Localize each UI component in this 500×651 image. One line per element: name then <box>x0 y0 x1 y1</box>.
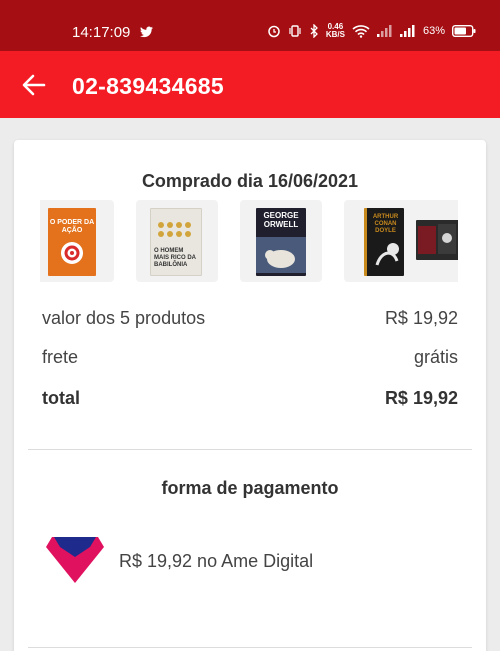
book-cover: ARTHUR CONAN DOYLE <box>364 208 404 276</box>
ame-digital-logo <box>46 537 104 583</box>
order-number-title: 02-839434685 <box>72 73 224 99</box>
payment-heading: forma de pagamento <box>161 478 339 498</box>
alarm-icon <box>268 25 280 38</box>
product-thumbnails[interactable]: O PODER DA AÇÃO O HOMEM MAIS RICO DA BAB… <box>40 200 458 282</box>
signal-icon <box>376 25 392 37</box>
network-speed: 0.46 KB/S <box>326 23 345 39</box>
book-cover-title: O HOMEM MAIS RICO DA BABILÔNIA <box>154 248 196 268</box>
shipping-value: grátis <box>413 347 458 367</box>
products-label: valor dos 5 produtos <box>42 308 206 328</box>
arrow-left-icon[interactable] <box>20 71 48 99</box>
status-bar: 14:17:09 0.46 KB/S 63% <box>0 0 500 51</box>
status-time: 14:17:09 <box>72 24 131 41</box>
shipping-row: frete grátis <box>42 347 458 368</box>
battery-percent: 63% <box>422 25 445 37</box>
products-value: R$ 19,92 <box>384 308 458 328</box>
book-cover: O HOMEM MAIS RICO DA BABILÔNIA <box>150 208 202 276</box>
divider <box>28 647 472 648</box>
purchase-date: Comprado dia 16/06/2021 <box>141 171 359 191</box>
signal-icon-2 <box>399 25 415 37</box>
product-thumbnail[interactable]: GEORGE ORWELL <box>240 200 322 282</box>
net-speed-unit: KB/S <box>325 30 345 39</box>
shipping-label: frete <box>42 347 79 367</box>
book-cover-title: O PODER DA AÇÃO <box>49 219 95 234</box>
book-cover-title: GEORGE ORWELL <box>263 211 299 229</box>
wifi-icon <box>352 25 370 38</box>
product-thumbnail[interactable] <box>410 200 458 282</box>
book-cover: O PODER DA AÇÃO <box>48 208 96 276</box>
products-value-row: valor dos 5 produtos R$ 19,92 <box>42 308 458 329</box>
total-row: total R$ 19,92 <box>42 388 458 409</box>
book-cover-title: ARTHUR CONAN DOYLE <box>372 214 399 234</box>
battery-icon <box>452 25 476 37</box>
sherlock-icon <box>375 243 399 266</box>
product-thumbnail[interactable]: O HOMEM MAIS RICO DA BABILÔNIA <box>136 200 218 282</box>
book-cover <box>416 220 458 260</box>
status-icons: 0.46 KB/S 63% <box>267 23 476 39</box>
target-icon <box>61 242 83 264</box>
product-thumbnail[interactable]: O PODER DA AÇÃO <box>40 200 114 282</box>
app-bar: 02-839434685 <box>0 51 500 118</box>
divider <box>28 449 472 450</box>
twitter-icon <box>140 26 153 38</box>
coins-icon <box>158 222 191 237</box>
total-value: R$ 19,92 <box>384 388 458 408</box>
book-cover: GEORGE ORWELL <box>256 208 306 276</box>
vibrate-icon <box>289 25 301 37</box>
payment-method-text: R$ 19,92 no Ame Digital <box>119 551 314 571</box>
box-set-icon <box>418 224 456 254</box>
pig-icon <box>256 237 306 273</box>
bluetooth-icon <box>310 24 318 38</box>
total-label: total <box>42 388 80 408</box>
order-card: Comprado dia 16/06/2021 O PODER DA AÇÃO <box>14 140 486 651</box>
